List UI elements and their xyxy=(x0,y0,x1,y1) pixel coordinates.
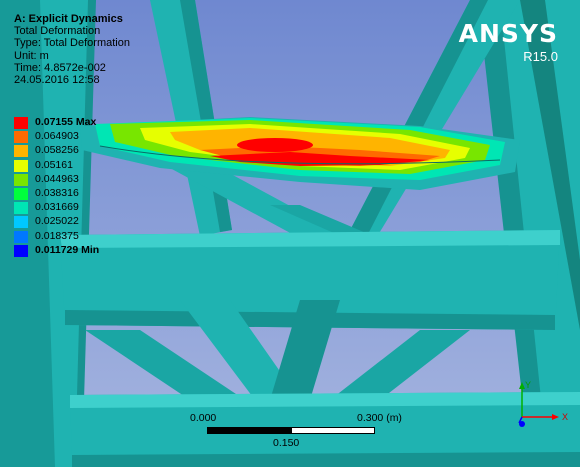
legend-label: 0.064903 xyxy=(35,130,79,143)
legend-swatch xyxy=(14,202,28,215)
result-name: Total Deformation xyxy=(14,25,101,38)
legend-swatch xyxy=(14,117,28,129)
ansys-logo: ANSYS R15.0 xyxy=(459,20,558,64)
logo-version: R15.0 xyxy=(523,49,558,64)
legend-label: 0.025022 xyxy=(35,215,79,228)
triad-graphic xyxy=(518,382,559,427)
legend-swatch xyxy=(14,244,28,257)
triad-x-label: X xyxy=(562,412,569,422)
legend-label: 0.018375 xyxy=(35,229,79,242)
legend-label: 0.044963 xyxy=(35,172,79,185)
triad-y-label: Y xyxy=(525,380,532,390)
legend-label: 0.058256 xyxy=(35,144,79,157)
result-type: Type: Total Deformation xyxy=(14,37,130,50)
legend-label: 0.038316 xyxy=(35,186,79,199)
result-info: A: Explicit Dynamics Total Deformation T… xyxy=(14,13,130,86)
legend-swatch xyxy=(14,131,28,144)
legend-label: 0.07155 Max xyxy=(35,116,97,128)
axis-triad[interactable]: Y X xyxy=(505,375,575,435)
legend-label: 0.05161 xyxy=(35,158,73,171)
legend-swatch xyxy=(14,230,28,243)
result-unit: Unit: m xyxy=(14,49,49,62)
legend-label: 0.031669 xyxy=(35,201,79,214)
analysis-title: A: Explicit Dynamics xyxy=(14,13,123,25)
legend-label: 0.011729 Min xyxy=(35,243,100,256)
legend-swatch xyxy=(14,145,28,158)
legend-swatch xyxy=(14,216,28,229)
legend-swatch xyxy=(14,187,28,200)
result-time: Time: 4.8572e-002 xyxy=(14,61,106,74)
logo-wordmark: ANSYS xyxy=(458,19,558,48)
legend-swatch xyxy=(14,173,28,186)
legend-swatch xyxy=(14,159,28,172)
result-date: 24.05.2016 12:58 xyxy=(14,74,100,87)
